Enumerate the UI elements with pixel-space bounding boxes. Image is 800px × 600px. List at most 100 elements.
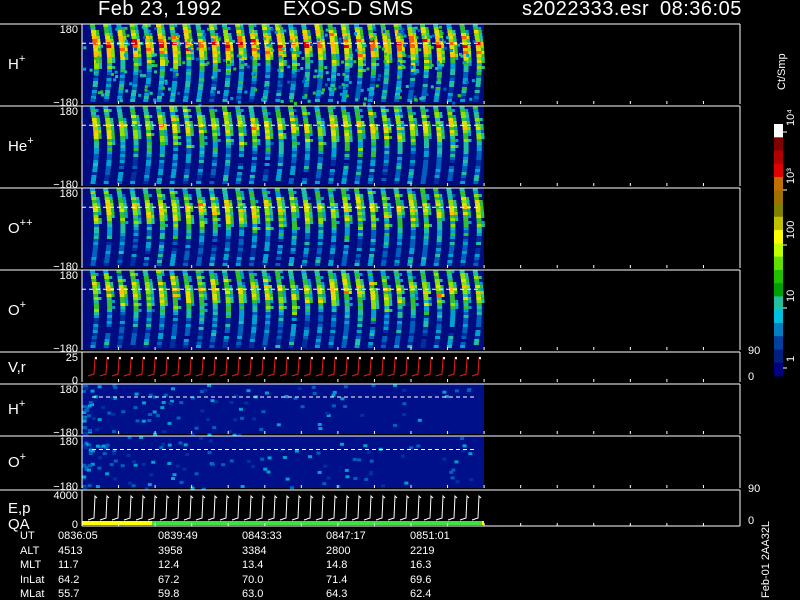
spectrogram-cell <box>330 160 336 163</box>
spectrogram-cell <box>226 145 231 148</box>
spectrogram-cell <box>317 291 323 294</box>
spectrogram-cell <box>130 276 136 279</box>
spectrogram-cell <box>248 263 254 266</box>
spectrogram-cell <box>473 342 479 345</box>
spectrogram-cell <box>209 96 215 99</box>
spectrogram-cell <box>255 36 259 39</box>
spectrogram-cell <box>172 473 177 477</box>
spectrogram-cell <box>410 300 416 303</box>
spectrogram-cell <box>338 37 342 41</box>
spectrogram-cell <box>165 63 168 66</box>
spectrogram-cell <box>238 236 244 239</box>
spectrogram-cell <box>336 221 340 224</box>
spectrogram-cell <box>321 282 325 285</box>
trace-point <box>359 357 361 359</box>
spectrogram-cell <box>278 133 284 136</box>
spectrogram-cell <box>251 72 255 76</box>
spectrogram-cell <box>441 63 445 67</box>
spectrogram-cell <box>118 118 124 121</box>
spectrogram-cell <box>191 303 195 306</box>
spectrogram-cell <box>440 31 444 35</box>
trace-point <box>407 357 409 359</box>
spectrogram-cell <box>304 324 310 327</box>
spectrogram-cell <box>198 48 204 51</box>
spectrogram-cell <box>448 121 454 124</box>
spectrogram-cell <box>145 251 151 254</box>
spectrogram-cell <box>370 37 373 41</box>
spectrogram-cell <box>203 130 207 133</box>
spectrogram-cell <box>105 248 111 251</box>
spectrogram-cell <box>237 254 243 257</box>
spectrogram-cell <box>475 251 481 254</box>
spectrogram-cell <box>329 254 335 257</box>
spectrogram-cell <box>417 29 421 33</box>
spectrogram-cell <box>212 309 218 312</box>
spectrogram-cell <box>282 291 286 294</box>
spectrogram-cell <box>476 133 482 136</box>
spectrogram-cell <box>159 72 165 75</box>
spectrogram-cell <box>113 78 117 82</box>
spectrogram-cell <box>463 239 469 242</box>
spectrogram-cell <box>242 39 246 42</box>
spectrogram-cell <box>305 303 311 306</box>
spectrogram-cell <box>449 84 455 87</box>
spectrogram-cell <box>146 239 152 242</box>
spectrogram-cell <box>396 45 402 48</box>
spectrogram-cell <box>225 218 231 221</box>
spectrogram-cell <box>203 294 207 297</box>
spectrogram-cell <box>252 230 258 233</box>
spectrogram-cell <box>252 66 258 69</box>
spectrogram-cell <box>415 218 419 221</box>
spectrogram-cell <box>463 224 469 227</box>
spectrogram-cell <box>408 33 414 36</box>
spectrogram-cell <box>162 112 165 115</box>
spectrogram-cell <box>315 194 321 197</box>
spectrogram-cell <box>138 309 142 312</box>
spectrogram-cell <box>349 130 353 133</box>
spectrogram-cell <box>449 127 455 130</box>
spectrogram-cell <box>396 84 402 87</box>
spectrogram-cell <box>170 339 176 342</box>
spectrogram-cell <box>164 54 168 57</box>
spectrogram-cell <box>302 276 308 279</box>
spectrogram-cell <box>329 339 334 342</box>
spectrogram-cell <box>441 215 445 218</box>
spectrogram-cell <box>394 99 400 102</box>
spectrogram-cell <box>146 60 152 63</box>
spectrogram-cell <box>382 203 388 206</box>
spectrogram-cell <box>101 405 105 409</box>
spectrogram-cell <box>442 60 446 63</box>
spectrogram-cell <box>330 209 336 212</box>
spectrogram-cell <box>298 51 302 55</box>
spectrogram-cell <box>209 181 215 184</box>
spectrogram-cell <box>119 163 125 166</box>
spectrogram-cell <box>92 203 98 206</box>
spectrogram-cell <box>96 200 100 203</box>
spectrogram-cell <box>388 291 392 294</box>
spectrogram-cell <box>325 411 330 415</box>
spectrogram-cell <box>383 330 389 333</box>
spectrogram-cell <box>474 254 480 257</box>
spectrogram-cell <box>399 112 403 115</box>
spectrogram-cell <box>312 392 317 395</box>
spectrogram-cell <box>382 121 388 124</box>
spectrogram-cell <box>257 218 261 221</box>
spectrogram-cell <box>108 26 112 29</box>
spectrogram-cell <box>291 78 297 81</box>
spectrogram-cell <box>122 279 126 282</box>
spectrogram-cell <box>106 242 112 245</box>
spectrogram-cell <box>172 54 178 57</box>
spectrogram-cell <box>371 315 377 318</box>
spectrogram-cell <box>238 136 244 139</box>
spectrogram-cell <box>401 291 405 294</box>
spectrogram-cell <box>198 160 204 163</box>
spectrogram-cell <box>337 73 341 76</box>
spectrogram-cell <box>236 276 242 279</box>
spectrogram-cell <box>256 297 260 300</box>
spectrogram-cell <box>294 30 297 33</box>
spectrogram-cell <box>389 224 393 227</box>
spectrogram-cell <box>271 28 275 31</box>
spectrogram-cell <box>223 336 229 339</box>
spectrogram-cell <box>360 194 363 197</box>
spectrogram-cell <box>202 285 206 288</box>
